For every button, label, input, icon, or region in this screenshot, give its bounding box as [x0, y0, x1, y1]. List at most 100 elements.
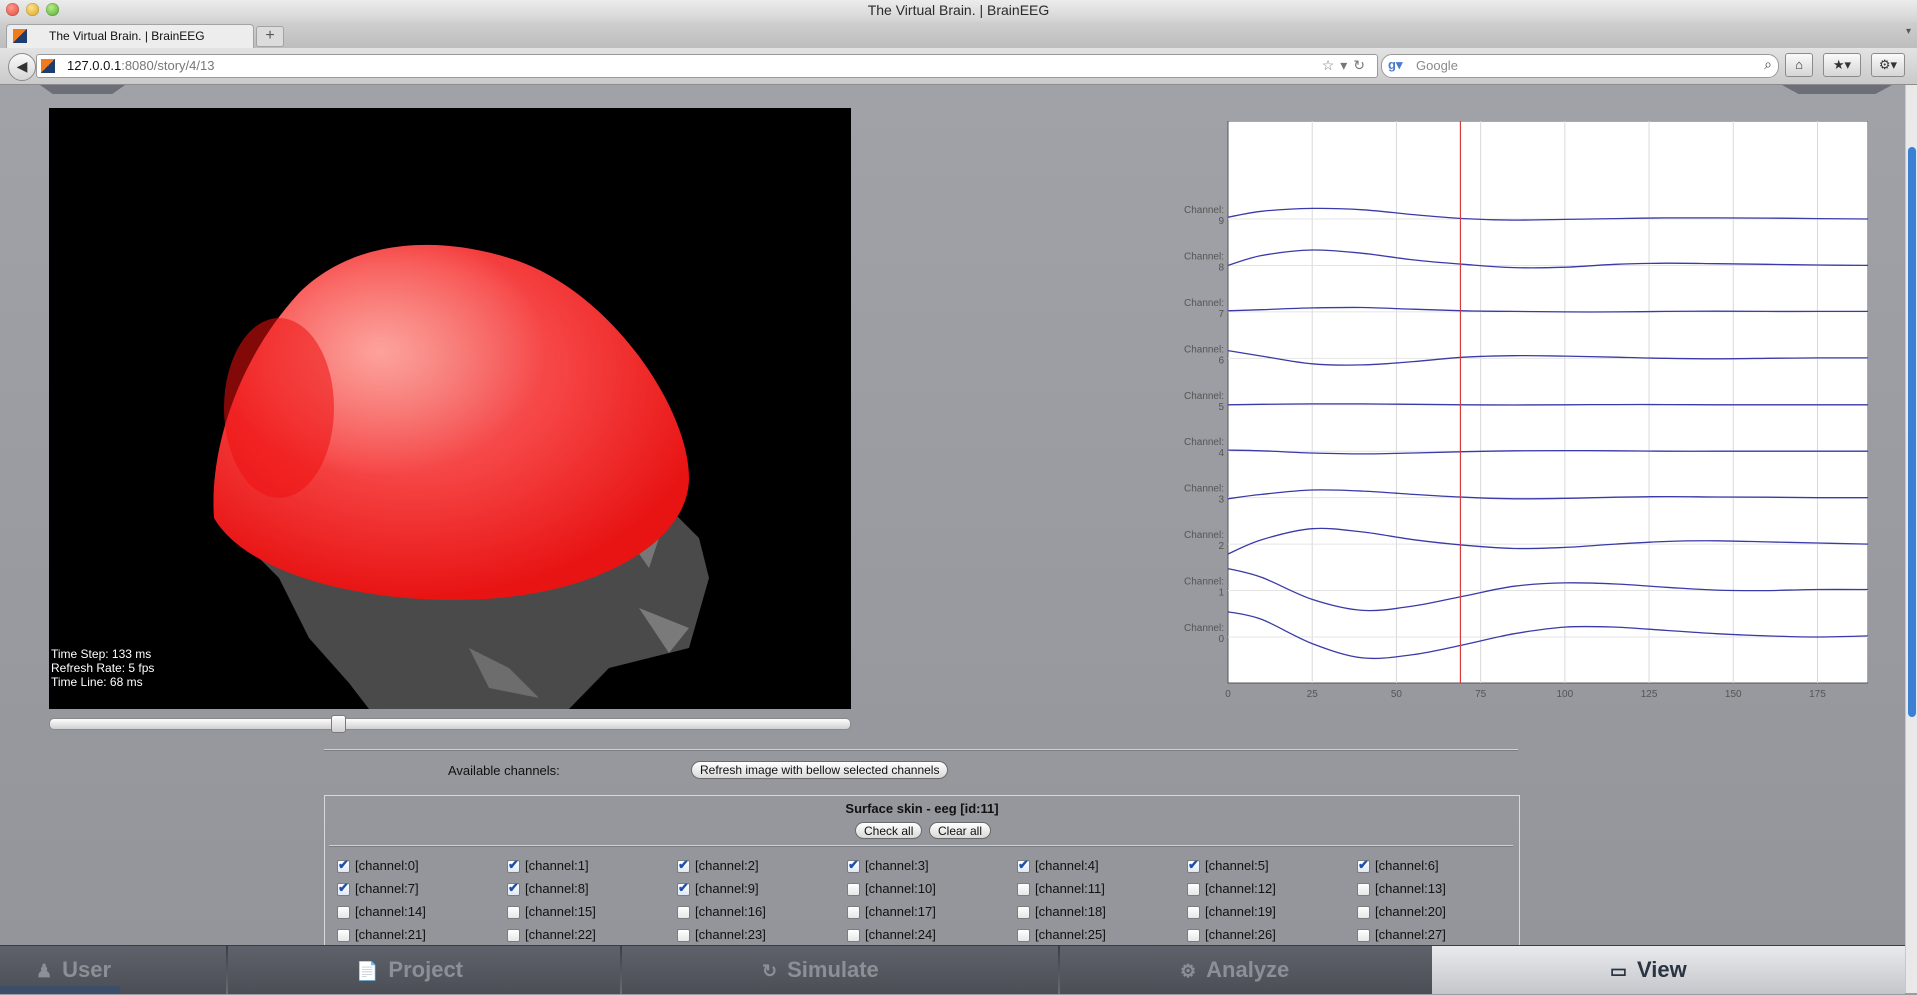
channel-checkbox-label: [channel:9] — [695, 881, 759, 896]
channel-checkbox[interactable] — [1017, 929, 1030, 942]
tab-strip: The Virtual Brain. | BrainEEG + ▾ — [0, 22, 1917, 49]
search-engine-icon[interactable]: g▾ — [1388, 57, 1402, 73]
site-favicon-icon — [41, 59, 55, 73]
timeline-slider-handle[interactable] — [331, 715, 346, 733]
gear-icon: ⚙ — [1180, 961, 1197, 981]
clear-all-button[interactable]: Clear all — [929, 822, 992, 839]
browser-tab-active[interactable]: The Virtual Brain. | BrainEEG — [6, 24, 254, 48]
channel-checkbox-label: [channel:27] — [1375, 927, 1446, 942]
user-icon: ♟ — [36, 961, 53, 981]
channel-checkbox[interactable] — [677, 906, 690, 919]
bookmarks-menu-button[interactable]: ★▾ — [1823, 53, 1861, 77]
channel-checkbox[interactable] — [1187, 883, 1200, 896]
channel-checkbox-label: [channel:5] — [1205, 858, 1269, 873]
address-bar[interactable]: 127.0.0.1:8080/story/4/13 ☆▾↻ — [36, 54, 1378, 78]
minimize-window-button[interactable] — [26, 3, 39, 16]
channel-checkbox-label: [channel:17] — [865, 904, 936, 919]
menu-view[interactable]: ▭ View — [1432, 946, 1905, 994]
new-tab-button[interactable]: + — [256, 26, 284, 47]
channel-checkbox[interactable] — [1017, 906, 1030, 919]
channel-checkbox[interactable] — [1017, 857, 1030, 873]
channel-checkbox-label: [channel:8] — [525, 881, 589, 896]
channel-checkbox[interactable] — [847, 929, 860, 942]
x-tick-label: 100 — [1556, 689, 1573, 700]
x-tick-label: 125 — [1641, 689, 1658, 700]
refresh-image-button[interactable]: Refresh image with bellow selected chann… — [691, 761, 949, 779]
channel-checkbox[interactable] — [1357, 857, 1370, 873]
channel-axis-index: 4 — [1218, 448, 1224, 459]
menu-separator — [226, 946, 228, 994]
channel-axis-index: 7 — [1218, 309, 1224, 320]
channel-axis-index: 2 — [1218, 541, 1224, 552]
check-all-button[interactable]: Check all — [855, 822, 923, 839]
x-tick-label: 50 — [1391, 689, 1403, 700]
header-tab-left — [40, 85, 125, 94]
channel-checkbox[interactable] — [1187, 906, 1200, 919]
channel-checkbox[interactable] — [337, 880, 350, 896]
menu-simulate[interactable]: ↻ Simulate — [762, 946, 1052, 994]
channel-axis-label: Channel: — [1184, 530, 1224, 541]
timeline-slider[interactable] — [49, 715, 851, 733]
channel-checkbox-label: [channel:4] — [1035, 858, 1099, 873]
channel-checkbox[interactable] — [337, 857, 350, 873]
close-window-button[interactable] — [6, 3, 19, 16]
dock-strip — [0, 986, 120, 993]
search-icon[interactable]: ⌕ — [1764, 56, 1772, 73]
channel-checkbox[interactable] — [507, 880, 520, 896]
menu-simulate-label: Simulate — [787, 957, 879, 982]
menu-user-label: User — [62, 957, 112, 982]
channel-checkbox[interactable] — [337, 906, 350, 919]
header-tab-right — [1782, 85, 1892, 94]
menu-project[interactable]: 📄 Project — [356, 946, 616, 994]
menu-analyze[interactable]: ⚙ Analyze — [1180, 946, 1420, 994]
channel-checkbox[interactable] — [1187, 929, 1200, 942]
time-line-readout: Time Line: 68 ms — [51, 675, 143, 689]
channel-checkbox[interactable] — [847, 857, 860, 873]
x-tick-label: 175 — [1809, 689, 1826, 700]
channel-checkbox[interactable] — [847, 906, 860, 919]
channel-checkbox[interactable] — [1357, 883, 1370, 896]
channel-checkbox[interactable] — [847, 883, 860, 896]
channel-checkbox-label: [channel:10] — [865, 881, 936, 896]
channel-checkbox-label: [channel:20] — [1375, 904, 1446, 919]
x-tick-label: 0 — [1225, 689, 1231, 700]
scrollbar-thumb[interactable] — [1908, 147, 1916, 717]
eeg-channel-plot[interactable]: 0 25 50 75 100 125 150 175Channel:9Channel:8Cha… — [1127, 121, 1868, 701]
channel-checkbox[interactable] — [507, 857, 520, 873]
channel-checkbox-label: [channel:23] — [695, 927, 766, 942]
channel-checkbox[interactable] — [1357, 929, 1370, 942]
bookmark-star-reload-icons[interactable]: ☆▾↻ — [1322, 57, 1371, 74]
home-button[interactable]: ⌂ — [1785, 53, 1813, 77]
zoom-window-button[interactable] — [46, 3, 59, 16]
search-bar[interactable]: g▾ Google ⌕ — [1381, 54, 1779, 78]
channel-checkbox[interactable] — [677, 880, 690, 896]
channel-checkbox[interactable] — [1187, 857, 1200, 873]
channel-checkbox-label: [channel:11] — [1035, 881, 1105, 896]
tab-list-menu-icon[interactable]: ▾ — [1906, 26, 1911, 37]
channel-axis-label: Channel: — [1184, 577, 1224, 588]
tvb-favicon-icon — [13, 29, 27, 43]
channel-checkbox-label: [channel:7] — [355, 881, 419, 896]
eeg-3d-viewer[interactable]: Time Step: 133 ms Refresh Rate: 5 fps Ti… — [49, 108, 851, 709]
channel-checkbox-label: [channel:25] — [1035, 927, 1106, 942]
page-scrollbar[interactable] — [1905, 85, 1917, 993]
panel-divider — [329, 845, 1513, 847]
url-text[interactable]: 127.0.0.1:8080/story/4/13 — [67, 58, 214, 73]
channel-checkbox[interactable] — [507, 929, 520, 942]
channel-checkbox[interactable] — [1357, 906, 1370, 919]
channel-checkbox[interactable] — [1017, 883, 1030, 896]
document-icon: 📄 — [356, 961, 379, 981]
browser-tab-title: The Virtual Brain. | BrainEEG — [49, 29, 205, 43]
tools-menu-button[interactable]: ⚙▾ — [1871, 53, 1905, 77]
channel-checkbox[interactable] — [677, 929, 690, 942]
channel-checkbox-label: [channel:0] — [355, 858, 419, 873]
channel-checkbox-label: [channel:3] — [865, 858, 929, 873]
channel-checkbox[interactable] — [507, 906, 520, 919]
channel-checkbox[interactable] — [677, 857, 690, 873]
section-divider — [324, 749, 1518, 751]
channel-checkbox[interactable] — [337, 929, 350, 942]
back-button[interactable]: ◀ — [8, 53, 36, 81]
channel-axis-index: 5 — [1218, 402, 1224, 413]
channel-checkbox-label: [channel:19] — [1205, 904, 1276, 919]
channel-axis-index: 0 — [1218, 634, 1224, 645]
